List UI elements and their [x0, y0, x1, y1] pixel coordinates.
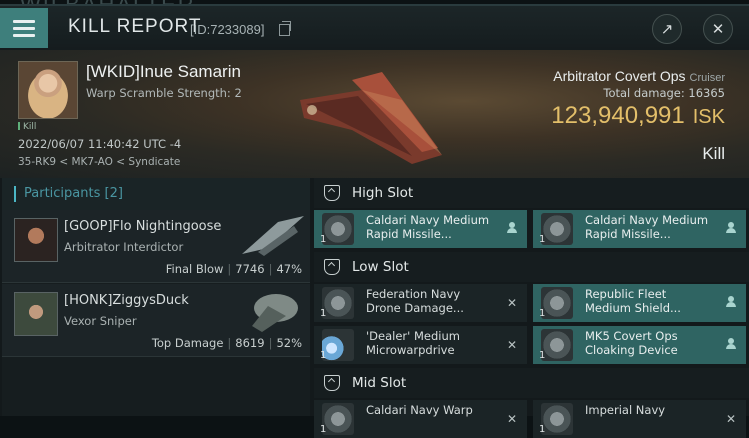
- copy-icon[interactable]: [279, 21, 291, 36]
- isk-value: 123,940,991 ISK: [551, 102, 725, 130]
- victim-summary: [WKID]Inue Samarin Warp Scramble Strengt…: [0, 50, 749, 178]
- module-qty: 1: [539, 424, 546, 435]
- module-qty: 1: [539, 308, 546, 319]
- module-item[interactable]: 1 'Dealer' Medium Microwarpdrive ✕: [314, 326, 527, 364]
- module-name: Caldari Navy Warp: [366, 403, 473, 417]
- participant-stats: Top Damage | 8619 | 52%: [151, 336, 302, 350]
- destroyed-x-icon: ✕: [506, 338, 517, 352]
- fitting-panel: High Slot 1 Caldari Navy Medium Rapid Mis…: [314, 178, 749, 438]
- shield-slot-icon: [324, 375, 340, 391]
- warp-module-icon: [322, 403, 354, 435]
- module-item[interactable]: 1 Caldari Navy Warp ✕: [314, 400, 527, 438]
- module-item[interactable]: 1 Caldari Navy Medium Rapid Missile...: [314, 210, 527, 248]
- participant-role: Top Damage: [151, 336, 224, 350]
- ship-name: Arbitrator Covert Ops: [553, 68, 686, 84]
- low-slot-title: Low Slot: [352, 259, 409, 275]
- participant-name: [HONK]ZiggysDuck: [64, 293, 189, 308]
- drone-damage-icon: [322, 287, 354, 319]
- victim-avatar[interactable]: [18, 61, 78, 119]
- participant-role: Final Blow: [165, 262, 224, 276]
- destroyed-x-icon: ✕: [506, 296, 517, 310]
- kill-report-window: KILL REPORT [ID:7233089] ↗ ✕ [WKID]Inue …: [0, 4, 749, 438]
- module-item[interactable]: 1 Caldari Navy Medium Rapid Missile...: [533, 210, 746, 248]
- result-label: Kill: [702, 144, 725, 163]
- participant-avatar: [14, 218, 58, 262]
- cloaking-device-icon: [541, 329, 573, 361]
- header: KILL REPORT [ID:7233089] ↗ ✕: [0, 6, 749, 50]
- mid-slot-title: Mid Slot: [352, 375, 407, 391]
- participant-ship-image: [242, 216, 304, 256]
- imperial-navy-module-icon: [541, 403, 573, 435]
- participant-percent: 47%: [276, 262, 302, 276]
- participant-name: [GOOP]Flo Nightingoose: [64, 219, 222, 234]
- low-slot-header[interactable]: Low Slot: [314, 252, 749, 282]
- module-name: MK5 Covert Ops Cloaking Device: [585, 329, 678, 357]
- microwarpdrive-icon: [322, 329, 354, 361]
- missile-launcher-icon: [541, 213, 573, 245]
- participant-ship-image: [252, 294, 298, 332]
- person-icon: [726, 296, 736, 308]
- module-item[interactable]: 1 MK5 Covert Ops Cloaking Device: [533, 326, 746, 364]
- kill-id: [ID:7233089]: [190, 22, 265, 37]
- module-qty: 1: [539, 350, 546, 361]
- close-icon[interactable]: ✕: [703, 14, 733, 44]
- module-qty: 1: [320, 424, 327, 435]
- module-name: Republic Fleet Medium Shield...: [585, 287, 681, 315]
- module-qty: 1: [320, 308, 327, 319]
- module-qty: 1: [320, 350, 327, 361]
- person-icon: [507, 222, 517, 234]
- person-icon: [726, 338, 736, 350]
- participant-ship: Vexor Sniper: [64, 314, 137, 328]
- kill-datetime: 2022/06/07 11:40:42 UTC -4: [18, 137, 182, 151]
- participants-title: Participants [2]: [24, 186, 123, 201]
- participant-row[interactable]: [HONK]ZiggysDuck Vexor Sniper Top Damage…: [2, 284, 310, 357]
- shield-extender-icon: [541, 287, 573, 319]
- external-link-icon[interactable]: ↗: [652, 14, 682, 44]
- ship-class: Cruiser: [689, 72, 725, 84]
- participants-header[interactable]: Participants [2]: [2, 178, 310, 210]
- module-item[interactable]: 1 Imperial Navy ✕: [533, 400, 746, 438]
- destroyed-x-icon: ✕: [506, 412, 517, 426]
- victim-ship-image: [300, 72, 442, 164]
- participant-damage: 7746: [235, 262, 265, 276]
- isk-unit: ISK: [692, 106, 725, 128]
- module-qty: 1: [539, 234, 546, 245]
- person-icon: [726, 222, 736, 234]
- page-title: KILL REPORT: [68, 16, 202, 37]
- missile-launcher-icon: [322, 213, 354, 245]
- total-damage: Total damage: 16365: [603, 86, 725, 100]
- participant-row[interactable]: [GOOP]Flo Nightingoose Arbitrator Interd…: [2, 210, 310, 283]
- mid-slot-header[interactable]: Mid Slot: [314, 368, 749, 398]
- participant-ship: Arbitrator Interdictor: [64, 240, 184, 254]
- module-name: 'Dealer' Medium Microwarpdrive: [366, 329, 460, 357]
- high-slot-header[interactable]: High Slot: [314, 178, 749, 208]
- shield-slot-icon: [324, 259, 340, 275]
- kill-location[interactable]: 35-RK9 < MK7-AO < Syndicate: [18, 156, 180, 168]
- kill-tag: Kill: [18, 122, 36, 132]
- participant-stats: Final Blow | 7746 | 47%: [165, 262, 302, 276]
- module-name: Caldari Navy Medium Rapid Missile...: [366, 213, 490, 241]
- module-qty: 1: [320, 234, 327, 245]
- participant-damage: 8619: [235, 336, 265, 350]
- shield-slot-icon: [324, 185, 340, 201]
- module-item[interactable]: 1 Republic Fleet Medium Shield...: [533, 284, 746, 322]
- isk-amount: 123,940,991: [551, 102, 685, 129]
- participants-panel: Participants [2] [GOOP]Flo Nightingoose …: [2, 178, 310, 416]
- menu-icon[interactable]: [0, 8, 48, 48]
- participant-percent: 52%: [276, 336, 302, 350]
- destroyed-x-icon: ✕: [725, 412, 736, 426]
- victim-ship[interactable]: Arbitrator Covert Ops Cruiser: [553, 68, 725, 84]
- module-name: Federation Navy Drone Damage...: [366, 287, 464, 315]
- module-item[interactable]: 1 Federation Navy Drone Damage... ✕: [314, 284, 527, 322]
- high-slot-title: High Slot: [352, 185, 414, 201]
- victim-name[interactable]: [WKID]Inue Samarin: [86, 62, 241, 82]
- participant-avatar: [14, 292, 58, 336]
- warp-scramble-strength: Warp Scramble Strength: 2: [86, 86, 242, 100]
- module-name: Caldari Navy Medium Rapid Missile...: [585, 213, 709, 241]
- module-name: Imperial Navy: [585, 403, 666, 417]
